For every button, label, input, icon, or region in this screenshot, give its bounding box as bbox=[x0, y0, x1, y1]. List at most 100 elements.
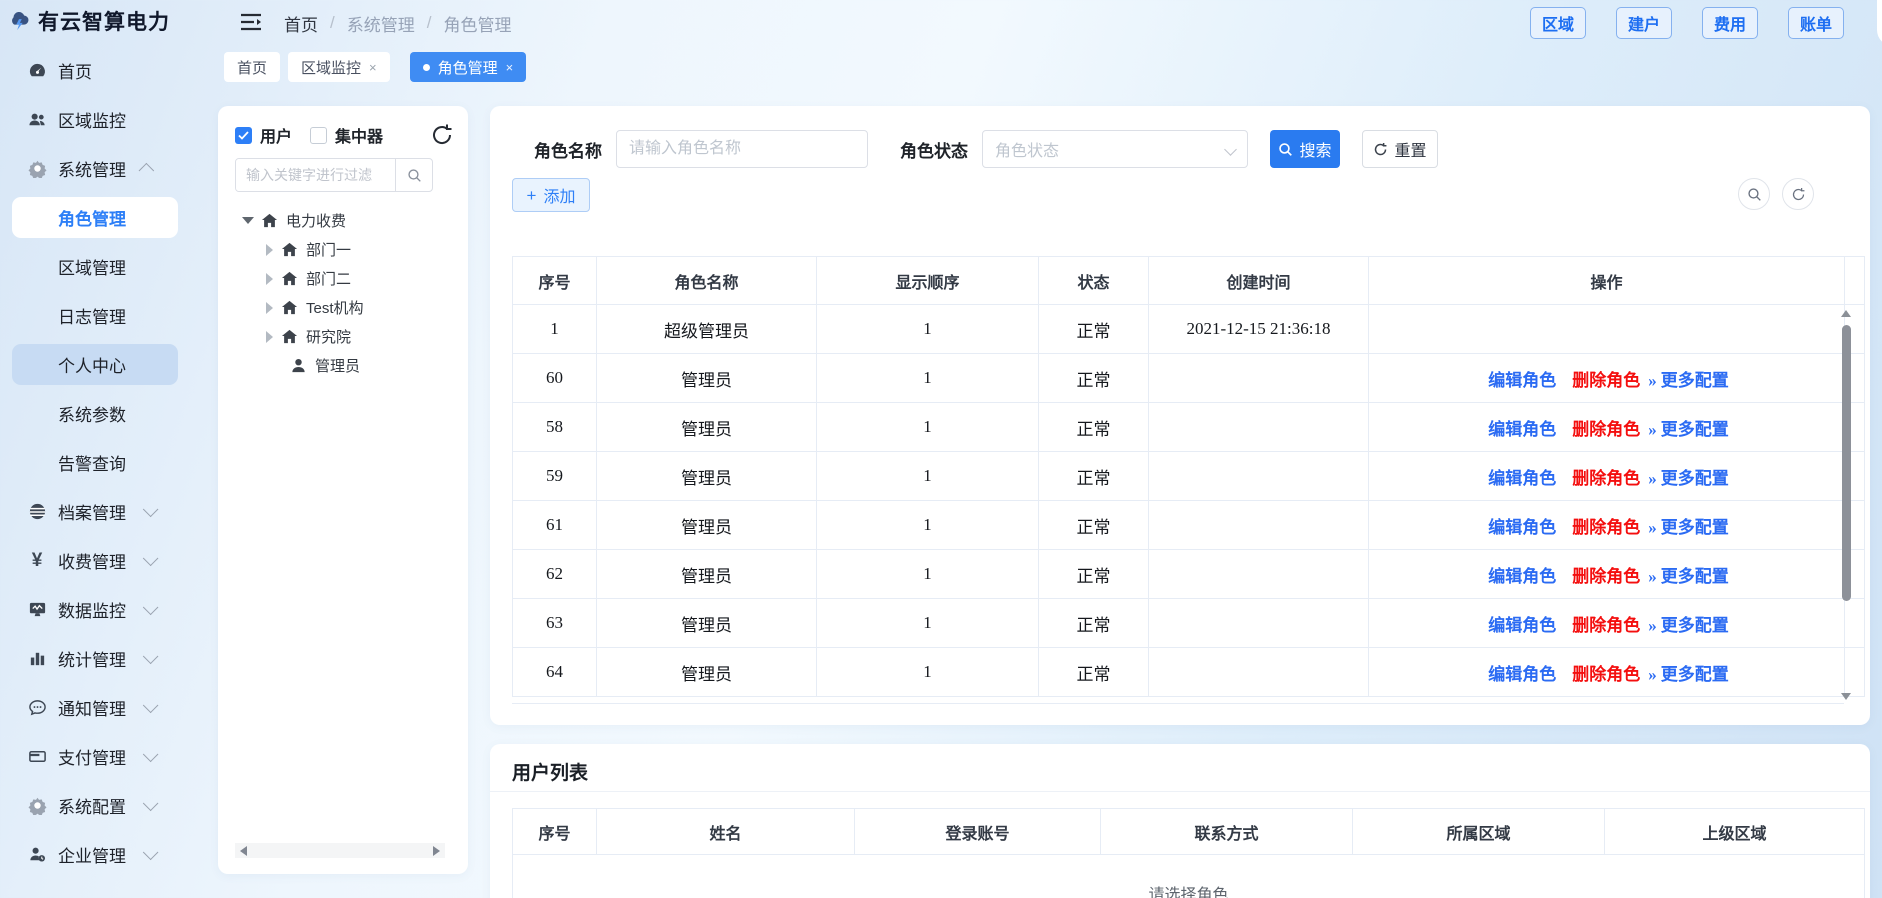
create-account-button[interactable]: 建户 bbox=[1616, 7, 1672, 39]
tree-node-dept1[interactable]: 部门一 bbox=[228, 235, 458, 264]
delete-role-link[interactable]: 删除角色 bbox=[1572, 371, 1640, 390]
edit-role-link[interactable]: 编辑角色 bbox=[1488, 371, 1556, 390]
sidebar-item-enterprise-mgmt[interactable]: 企业管理 bbox=[0, 830, 190, 879]
table-row[interactable]: 61 管理员 1 正常 编辑角色删除角色»更多配置 bbox=[513, 501, 1865, 550]
tree-node-dept2[interactable]: 部门二 bbox=[228, 264, 458, 293]
edit-role-link[interactable]: 编辑角色 bbox=[1488, 665, 1556, 684]
sidebar-item-home[interactable]: 首页 bbox=[0, 46, 190, 95]
edit-role-link[interactable]: 编辑角色 bbox=[1488, 616, 1556, 635]
more-config-link[interactable]: 更多配置 bbox=[1661, 420, 1729, 439]
delete-role-link[interactable]: 删除角色 bbox=[1572, 469, 1640, 488]
sidebar-item-system-mgmt[interactable]: 系统管理 bbox=[0, 144, 190, 193]
fee-button[interactable]: 费用 bbox=[1702, 7, 1758, 39]
more-config-link[interactable]: 更多配置 bbox=[1661, 518, 1729, 537]
search-button-label: 搜索 bbox=[1299, 137, 1331, 161]
empty-state-row: 请选择角色 bbox=[513, 855, 1865, 898]
caret-collapsed-icon[interactable] bbox=[266, 273, 273, 285]
table-row[interactable]: 60 管理员 1 正常 编辑角色删除角色»更多配置 bbox=[513, 354, 1865, 403]
sidebar-item-fee-mgmt[interactable]: ¥ 收费管理 bbox=[0, 536, 190, 585]
tree-search-button[interactable] bbox=[395, 159, 432, 191]
sidebar-subitem-alarm-query[interactable]: 告警查询 bbox=[0, 438, 190, 487]
add-button[interactable]: + 添加 bbox=[512, 178, 590, 212]
sidebar-subitem-region-mgmt[interactable]: 区域管理 bbox=[0, 242, 190, 291]
tab-region-monitor[interactable]: 区域监控 × bbox=[288, 52, 390, 82]
search-icon bbox=[407, 168, 422, 183]
sidebar-item-system-config[interactable]: 系统配置 bbox=[0, 781, 190, 830]
sidebar-item-payment-mgmt[interactable]: 支付管理 bbox=[0, 732, 190, 781]
delete-role-link[interactable]: 删除角色 bbox=[1572, 518, 1640, 537]
more-config-link[interactable]: 更多配置 bbox=[1661, 371, 1729, 390]
cell-ops: 编辑角色删除角色»更多配置 bbox=[1369, 403, 1845, 452]
table-refresh-button[interactable] bbox=[1782, 178, 1814, 210]
edit-role-link[interactable]: 编辑角色 bbox=[1488, 518, 1556, 537]
close-icon[interactable]: × bbox=[506, 61, 514, 74]
refresh-icon[interactable] bbox=[430, 123, 454, 147]
col-header-contact: 联系方式 bbox=[1101, 809, 1353, 855]
tree-node-root[interactable]: 电力收费 bbox=[228, 206, 458, 235]
concentrator-checkbox-label[interactable]: 集中器 bbox=[335, 123, 383, 147]
concentrator-checkbox[interactable] bbox=[310, 127, 327, 144]
cell-id: 59 bbox=[513, 452, 597, 501]
user-checkbox-label[interactable]: 用户 bbox=[260, 123, 292, 147]
role-status-select[interactable]: 角色状态 bbox=[982, 130, 1248, 168]
search-button[interactable]: 搜索 bbox=[1270, 130, 1340, 168]
sidebar-subitem-label: 告警查询 bbox=[58, 450, 126, 475]
header-tools bbox=[1877, 0, 1882, 46]
close-icon[interactable]: × bbox=[369, 61, 377, 74]
edit-role-link[interactable]: 编辑角色 bbox=[1488, 567, 1556, 586]
edit-role-link[interactable]: 编辑角色 bbox=[1488, 420, 1556, 439]
tree-node-admin-user[interactable]: 管理员 bbox=[228, 351, 458, 380]
sidebar-subitem-system-params[interactable]: 系统参数 bbox=[0, 389, 190, 438]
table-search-toggle-button[interactable] bbox=[1738, 178, 1770, 210]
more-config-link[interactable]: 更多配置 bbox=[1661, 665, 1729, 684]
table-row[interactable]: 62 管理员 1 正常 编辑角色删除角色»更多配置 bbox=[513, 550, 1865, 599]
region-button[interactable]: 区域 bbox=[1530, 7, 1586, 39]
breadcrumb-home[interactable]: 首页 bbox=[284, 11, 318, 36]
sidebar-fold-icon[interactable] bbox=[240, 12, 262, 32]
sidebar-item-stats-mgmt[interactable]: 统计管理 bbox=[0, 634, 190, 683]
role-name-input[interactable] bbox=[616, 130, 868, 168]
sidebar-item-archive-mgmt[interactable]: 档案管理 bbox=[0, 487, 190, 536]
tree-search-input[interactable] bbox=[236, 159, 395, 191]
table-row[interactable]: 58 管理员 1 正常 编辑角色删除角色»更多配置 bbox=[513, 403, 1865, 452]
delete-role-link[interactable]: 删除角色 bbox=[1572, 567, 1640, 586]
table-row[interactable]: 64 管理员 1 正常 编辑角色删除角色»更多配置 bbox=[513, 648, 1865, 697]
delete-role-link[interactable]: 删除角色 bbox=[1572, 616, 1640, 635]
tree-horizontal-scrollbar[interactable] bbox=[235, 843, 445, 858]
sidebar: 有云智算电力 首页 区域监控 系统管理 角色管理 区域管理 bbox=[0, 0, 190, 898]
scroll-up-icon[interactable] bbox=[1841, 310, 1851, 317]
more-config-link[interactable]: 更多配置 bbox=[1661, 469, 1729, 488]
delete-role-link[interactable]: 删除角色 bbox=[1572, 420, 1640, 439]
tree-node-research[interactable]: 研究院 bbox=[228, 322, 458, 351]
caret-collapsed-icon[interactable] bbox=[266, 244, 273, 256]
bill-button[interactable]: 账单 bbox=[1788, 7, 1844, 39]
col-header-order: 显示顺序 bbox=[817, 257, 1039, 305]
scroll-right-icon[interactable] bbox=[433, 846, 440, 856]
caret-expanded-icon[interactable] bbox=[242, 217, 254, 224]
user-checkbox[interactable] bbox=[235, 127, 252, 144]
sidebar-item-notice-mgmt[interactable]: 通知管理 bbox=[0, 683, 190, 732]
caret-collapsed-icon[interactable] bbox=[266, 331, 273, 343]
sidebar-subitem-log-mgmt[interactable]: 日志管理 bbox=[0, 291, 190, 340]
tab-home[interactable]: 首页 bbox=[224, 52, 280, 82]
edit-role-link[interactable]: 编辑角色 bbox=[1488, 469, 1556, 488]
sidebar-item-region-monitor[interactable]: 区域监控 bbox=[0, 95, 190, 144]
person-icon bbox=[290, 357, 307, 374]
sidebar-subitem-personal-center[interactable]: 个人中心 bbox=[0, 340, 190, 389]
table-row[interactable]: 1 超级管理员 1 正常 2021-12-15 21:36:18 bbox=[513, 305, 1865, 354]
scroll-left-icon[interactable] bbox=[240, 846, 247, 856]
tab-role-mgmt[interactable]: 角色管理 × bbox=[410, 52, 527, 82]
table-row[interactable]: 63 管理员 1 正常 编辑角色删除角色»更多配置 bbox=[513, 599, 1865, 648]
sidebar-subitem-role-mgmt[interactable]: 角色管理 bbox=[0, 193, 190, 242]
sidebar-item-data-monitor[interactable]: 数据监控 bbox=[0, 585, 190, 634]
scroll-down-icon[interactable] bbox=[1841, 693, 1851, 700]
table-row[interactable]: 59 管理员 1 正常 编辑角色删除角色»更多配置 bbox=[513, 452, 1865, 501]
delete-role-link[interactable]: 删除角色 bbox=[1572, 665, 1640, 684]
tree-node-test-org[interactable]: Test机构 bbox=[228, 293, 458, 322]
caret-collapsed-icon[interactable] bbox=[266, 302, 273, 314]
scrollbar-thumb[interactable] bbox=[1842, 325, 1851, 601]
more-config-link[interactable]: 更多配置 bbox=[1661, 616, 1729, 635]
more-config-link[interactable]: 更多配置 bbox=[1661, 567, 1729, 586]
table-vertical-scrollbar[interactable] bbox=[1840, 306, 1852, 702]
reset-button[interactable]: 重置 bbox=[1362, 130, 1438, 168]
